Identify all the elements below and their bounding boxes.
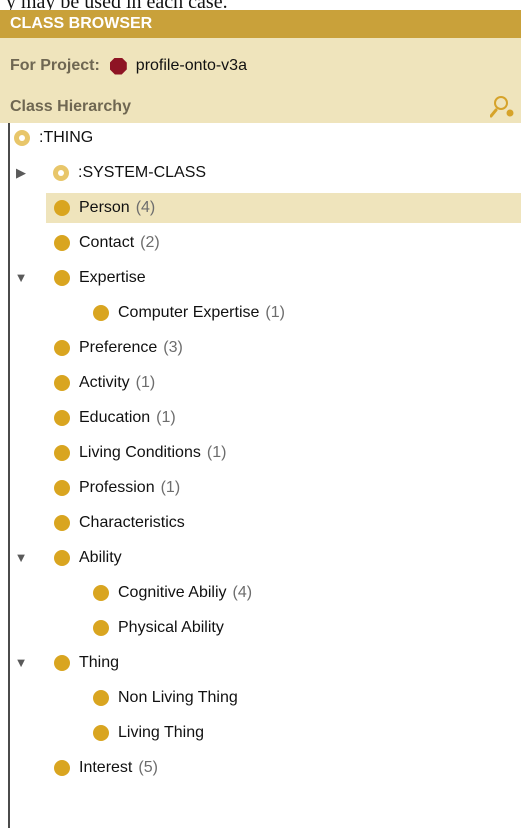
class-browser-panel: CLASS BROWSER For Project: profile-onto-… bbox=[0, 10, 521, 828]
tree-count: (1) bbox=[206, 444, 227, 461]
tree-count: (1) bbox=[160, 479, 181, 496]
tree-label: Physical Ability bbox=[118, 619, 224, 636]
tree-row-ability[interactable]: Ability bbox=[54, 543, 128, 573]
class-icon bbox=[93, 305, 109, 321]
class-icon bbox=[54, 270, 70, 286]
tree-row-expertise[interactable]: Expertise bbox=[54, 263, 152, 293]
class-hierarchy-label: Class Hierarchy bbox=[10, 98, 131, 115]
tree-label: Profession bbox=[79, 479, 155, 496]
tree-row-living-thing[interactable]: Living Thing bbox=[93, 718, 210, 748]
tree-label: Preference bbox=[79, 339, 158, 356]
tree-label: Activity bbox=[79, 374, 130, 391]
project-header: For Project: profile-onto-v3a Class Hier… bbox=[0, 38, 521, 123]
expanded-arrow-icon[interactable]: ▼ bbox=[14, 271, 28, 285]
tree-row-living-conditions[interactable]: Living Conditions (1) bbox=[54, 438, 226, 468]
tree-count: (4) bbox=[135, 199, 156, 216]
class-icon bbox=[54, 445, 70, 461]
tree-label: Living Conditions bbox=[79, 444, 201, 461]
class-icon bbox=[54, 760, 70, 776]
expanded-arrow-icon[interactable]: ▼ bbox=[14, 656, 28, 670]
class-icon bbox=[54, 480, 70, 496]
expanded-arrow-icon[interactable]: ▼ bbox=[14, 551, 28, 565]
tree-count: (3) bbox=[163, 339, 183, 356]
class-tree: :THING ▶ :SYSTEM-CLASS Person (4) Contac… bbox=[0, 123, 521, 828]
tree-label: Non Living Thing bbox=[118, 689, 238, 706]
tree-count: (1) bbox=[135, 374, 156, 391]
tree-label: Thing bbox=[79, 654, 120, 671]
class-icon bbox=[54, 410, 70, 426]
class-icon bbox=[54, 340, 70, 356]
tree-row-contact[interactable]: Contact (2) bbox=[54, 228, 160, 258]
tree-label: Expertise bbox=[79, 269, 146, 286]
tree-label: Person bbox=[79, 199, 130, 216]
project-name: profile-onto-v3a bbox=[135, 57, 247, 74]
tree-count: (1) bbox=[265, 304, 285, 321]
tree-label: Computer Expertise bbox=[118, 304, 260, 321]
class-icon bbox=[54, 235, 70, 251]
class-icon bbox=[54, 655, 70, 671]
tree-label: :THING bbox=[39, 129, 94, 146]
tree-row-interest[interactable]: Interest (5) bbox=[54, 753, 158, 783]
tree-count: (4) bbox=[232, 584, 253, 601]
tree-row-preference[interactable]: Preference (3) bbox=[54, 333, 183, 363]
class-icon bbox=[54, 550, 70, 566]
tree-row-characteristics[interactable]: Characteristics bbox=[54, 508, 191, 538]
tree-label: Contact bbox=[79, 234, 135, 251]
tree-label: Interest bbox=[79, 759, 133, 776]
tree-row-person[interactable]: Person (4) bbox=[46, 193, 521, 223]
class-icon bbox=[54, 515, 70, 531]
tree-row-non-living-thing[interactable]: Non Living Thing bbox=[93, 683, 244, 713]
tree-label: :SYSTEM-CLASS bbox=[78, 164, 207, 181]
tree-left-border bbox=[8, 123, 10, 828]
system-class-icon bbox=[53, 165, 69, 181]
tree-row-computer-expertise[interactable]: Computer Expertise (1) bbox=[93, 298, 285, 328]
class-icon bbox=[93, 725, 109, 741]
tree-row-physical-ability[interactable]: Physical Ability bbox=[93, 613, 230, 643]
tree-row-profession[interactable]: Profession (1) bbox=[54, 473, 180, 503]
class-icon bbox=[93, 690, 109, 706]
tree-row-education[interactable]: Education (1) bbox=[54, 403, 176, 433]
tree-row-cognitive-abiliy[interactable]: Cognitive Abiliy (4) bbox=[93, 578, 252, 608]
project-label: For Project: bbox=[10, 57, 100, 74]
panel-title: CLASS BROWSER bbox=[0, 10, 521, 38]
system-class-icon bbox=[14, 130, 30, 146]
class-icon bbox=[54, 200, 70, 216]
tree-count: (1) bbox=[156, 409, 176, 426]
tree-label: Living Thing bbox=[118, 724, 204, 741]
tree-row-activity[interactable]: Activity (1) bbox=[54, 368, 155, 398]
tree-label: Cognitive Abiliy bbox=[118, 584, 227, 601]
class-icon bbox=[93, 585, 109, 601]
tree-row-thing[interactable]: Thing bbox=[54, 648, 125, 678]
class-icon bbox=[93, 620, 109, 636]
tree-row-thing-root[interactable]: :THING bbox=[14, 123, 99, 153]
search-class-icon[interactable] bbox=[490, 94, 516, 118]
tree-label: Ability bbox=[79, 549, 122, 566]
project-row: For Project: profile-onto-v3a bbox=[10, 54, 247, 78]
tree-count: (2) bbox=[140, 234, 160, 251]
tree-count: (5) bbox=[138, 759, 158, 776]
tree-label: Education bbox=[79, 409, 151, 426]
tree-label: Characteristics bbox=[79, 514, 185, 531]
collapsed-arrow-icon[interactable]: ▶ bbox=[14, 166, 28, 180]
hexagon-icon bbox=[109, 57, 127, 75]
class-icon bbox=[54, 375, 70, 391]
tree-row-system-class[interactable]: :SYSTEM-CLASS bbox=[53, 158, 212, 188]
